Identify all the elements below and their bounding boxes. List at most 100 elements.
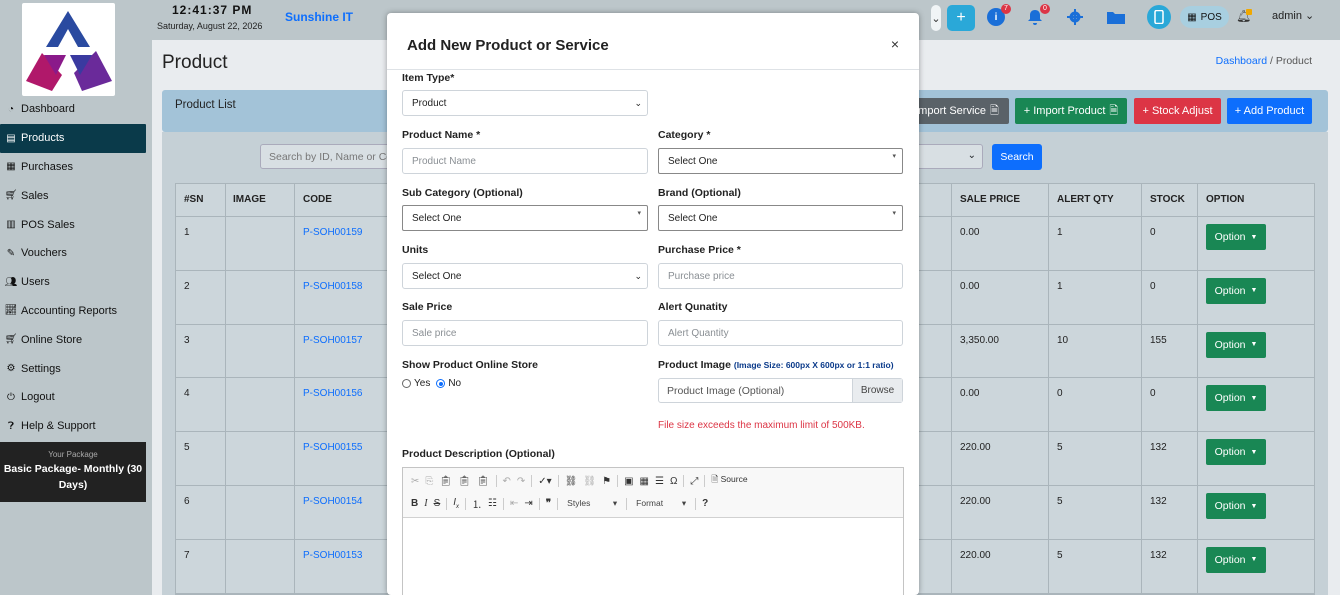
stock-adjust-button[interactable]: + Stock Adjust	[1134, 98, 1221, 124]
blockquote-icon[interactable]: ❞	[546, 498, 551, 509]
brand-name[interactable]: Sunshine IT	[285, 10, 353, 24]
category-select[interactable]: Select One ▾	[658, 148, 903, 174]
strike-icon[interactable]: S	[434, 498, 441, 509]
indent-icon[interactable]: ⇥	[524, 498, 532, 509]
add-quick-button[interactable]: +	[947, 5, 975, 31]
spellcheck-icon[interactable]: ✓▾	[538, 476, 551, 487]
sidebar-item-vouchers[interactable]: ✎ Vouchers	[0, 239, 152, 268]
maximize-icon[interactable]: ⤢	[690, 476, 698, 487]
sub-category-select[interactable]: Select One ▾	[402, 205, 648, 231]
column-header-alert-qty[interactable]: ALERT QTY	[1057, 183, 1114, 216]
italic-icon[interactable]: I	[424, 498, 427, 509]
sale-price-input[interactable]: Sale price	[402, 320, 648, 346]
column-header-option[interactable]: OPTION	[1206, 183, 1244, 216]
sidebar-item-online-store[interactable]: 🛒︎ Online Store	[0, 325, 152, 354]
cut-icon[interactable]: ✂	[411, 476, 419, 487]
editor-toolbar: ✂ ⎘ 📋︎ 📋︎ 📋︎ ↶ ↷ ✓▾ ⛓ ⛓ ⚑ ▣ ▦ ☰ Ω ⤢ 🗎 So…	[403, 468, 903, 518]
cell-code[interactable]: P-SOH00155	[303, 442, 362, 453]
sidebar-item-help-support[interactable]: ❓︎ Help & Support	[0, 412, 152, 441]
cell-code[interactable]: P-SOH00159	[303, 227, 362, 238]
sidebar-item-purchases[interactable]: ▦ Purchases	[0, 153, 152, 182]
remove-format-icon[interactable]: Ix	[453, 497, 459, 510]
mobile-icon[interactable]	[1147, 5, 1171, 29]
column-header-stock[interactable]: STOCK	[1150, 183, 1185, 216]
sidebar-item-logout[interactable]: ⏻ Logout	[0, 383, 152, 412]
browse-button[interactable]: Browse	[852, 379, 902, 402]
column-header-sale-price[interactable]: SALE PRICE	[960, 183, 1020, 216]
add-product-button[interactable]: + Add Product	[1227, 98, 1312, 124]
toolbar-separator	[465, 497, 467, 510]
units-label: Units	[402, 244, 429, 256]
sidebar-item-pos-sales[interactable]: ▥ POS Sales	[0, 210, 152, 239]
pos-button[interactable]: ▦ POS	[1180, 6, 1229, 28]
horizontal-rule-icon[interactable]: ☰	[655, 476, 664, 487]
folder-icon[interactable]	[1105, 8, 1127, 26]
item-type-select[interactable]: Product ⌄	[402, 90, 648, 116]
breadcrumb-home[interactable]: Dashboard	[1216, 55, 1267, 67]
link-icon[interactable]: ⛓	[565, 476, 578, 487]
online-store-label: Show Product Online Store	[402, 359, 538, 371]
option-button[interactable]: Option ▼	[1206, 439, 1266, 466]
sub-category-value: Select One	[412, 212, 462, 224]
numbered-list-icon[interactable]: ⒈	[472, 496, 482, 511]
option-button[interactable]: Option ▼	[1206, 385, 1266, 412]
option-button[interactable]: Option ▼	[1206, 224, 1266, 250]
company-logo[interactable]	[22, 3, 115, 96]
product-name-input[interactable]: Product Name	[402, 148, 648, 174]
column-header-sn[interactable]: #SN	[184, 183, 203, 216]
cell-code[interactable]: P-SOH00156	[303, 388, 362, 399]
user-menu[interactable]: admin ⌄	[1272, 9, 1314, 22]
chevron-down-icon[interactable]: ⌄	[931, 5, 941, 31]
image-icon[interactable]: ▣	[624, 476, 633, 487]
bold-icon[interactable]: B	[411, 498, 418, 509]
cell-code[interactable]: P-SOH00153	[303, 550, 362, 561]
sidebar-item-accounting-reports[interactable]: 📈︎ Accounting Reports	[0, 297, 152, 326]
option-button[interactable]: Option ▼	[1206, 546, 1266, 573]
redo-icon[interactable]: ↷	[517, 476, 525, 487]
styles-combo[interactable]: Styles ▾	[564, 497, 620, 510]
paste-icon[interactable]: 📋︎	[439, 476, 452, 487]
option-button[interactable]: Option ▼	[1206, 493, 1266, 519]
source-button[interactable]: 🗎 Source	[711, 474, 747, 488]
import-product-button[interactable]: + Import Product 🗎	[1015, 98, 1127, 124]
search-button[interactable]: Search	[992, 144, 1042, 170]
toolbar-separator	[626, 497, 628, 510]
sidebar-item-products[interactable]: ▤ Products	[0, 123, 146, 153]
breadcrumb-separator: /	[1269, 55, 1273, 67]
sidebar-item-users[interactable]: 👥︎ Users	[0, 268, 152, 297]
bullet-list-icon[interactable]: ☷	[488, 498, 497, 509]
table-icon[interactable]: ▦	[640, 476, 649, 487]
radio-yes[interactable]	[402, 379, 411, 388]
help-button[interactable]: ?	[702, 498, 708, 509]
column-header-image[interactable]: IMAGE	[233, 183, 266, 216]
paste-text-icon[interactable]: 📋︎	[458, 476, 471, 487]
outdent-icon[interactable]: ⇤	[510, 498, 518, 509]
undo-icon[interactable]: ↶	[503, 476, 511, 487]
purchase-price-input[interactable]: Purchase price	[658, 263, 903, 289]
brand-select[interactable]: Select One ▾	[658, 205, 903, 231]
editor-content-area[interactable]	[403, 518, 903, 595]
import-service-button[interactable]: Import Service 🗎	[905, 98, 1009, 124]
cell-code[interactable]: P-SOH00158	[303, 281, 362, 292]
unlink-icon[interactable]: ⛓	[583, 476, 596, 487]
cell-code[interactable]: P-SOH00157	[303, 335, 362, 346]
product-image-input[interactable]: Product Image (Optional) Browse	[658, 378, 903, 403]
close-icon[interactable]: ×	[891, 36, 899, 52]
cell-code[interactable]: P-SOH00154	[303, 496, 362, 507]
gear-icon[interactable]	[1066, 8, 1084, 26]
toolbar-separator	[704, 475, 706, 487]
radio-no[interactable]	[436, 379, 446, 388]
special-char-icon[interactable]: Ω	[670, 476, 677, 487]
format-combo[interactable]: Format ▾	[633, 497, 689, 510]
option-button[interactable]: Option ▼	[1206, 277, 1266, 304]
anchor-flag-icon[interactable]: ⚑	[602, 476, 611, 487]
sidebar-item-sales[interactable]: 🛒︎ Sales	[0, 181, 152, 210]
option-button[interactable]: Option ▼	[1206, 331, 1266, 358]
sidebar-item-settings[interactable]: ⚙ Settings	[0, 354, 152, 383]
column-header-code[interactable]: CODE	[303, 183, 332, 216]
paste-word-icon[interactable]: 📋︎	[477, 476, 490, 487]
copy-icon[interactable]: ⎘	[425, 476, 433, 487]
sidebar-item-dashboard[interactable]: ◔ Dashboard	[0, 95, 152, 124]
alert-qty-input[interactable]: Alert Quantity	[658, 320, 903, 346]
units-select[interactable]: Select One ⌄	[402, 263, 648, 289]
